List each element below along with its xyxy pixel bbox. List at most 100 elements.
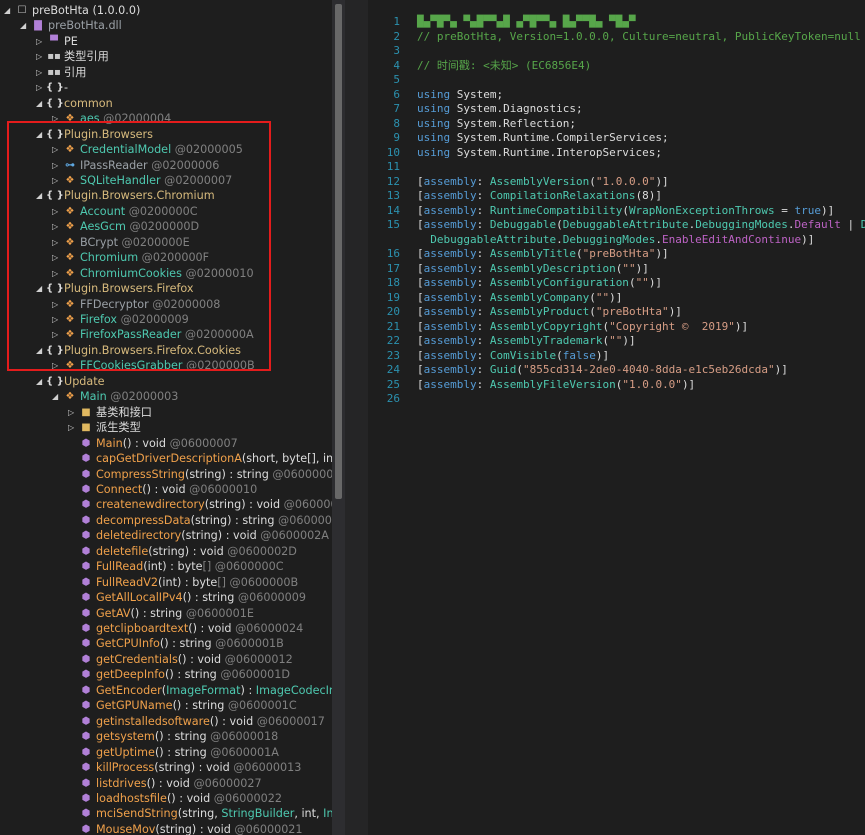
code-line[interactable]: using System.Reflection; bbox=[417, 117, 576, 132]
splitter[interactable] bbox=[345, 0, 368, 835]
tree-row[interactable]: ⬢ Main() : void @06000007 bbox=[68, 436, 238, 451]
code-token: ( bbox=[622, 203, 629, 217]
reference-icon: ▪▪ bbox=[47, 66, 61, 78]
label-token: byte bbox=[282, 452, 308, 466]
tree-scrollbar-thumb[interactable] bbox=[335, 4, 342, 499]
tree-row[interactable]: ▷ ▀ PE bbox=[36, 34, 78, 49]
collapsed-arrow-icon[interactable]: ▷ bbox=[36, 80, 46, 95]
code-line[interactable]: █▄▀█▀▄ ▀▄█▀▀▄█ ▄▀█▀▀▄ █▄▀▀█▄ ▀█▄▀ bbox=[417, 15, 636, 30]
code-line[interactable]: DebuggableAttribute.DebuggingModes.Enabl… bbox=[417, 233, 814, 248]
tree-row[interactable]: ▷ ▪▪ 引用 bbox=[36, 65, 86, 80]
code-token: assembly bbox=[423, 334, 477, 347]
tree-row[interactable]: ▷{ }- bbox=[36, 80, 68, 95]
tree-row[interactable]: ◢ ▇ preBotHta.dll bbox=[20, 18, 122, 33]
code-token: RuntimeCompatibility bbox=[489, 203, 623, 217]
tree-row[interactable]: ⬢ CompressString(string) : string @060000… bbox=[68, 467, 342, 482]
expanded-arrow-icon[interactable]: ◢ bbox=[36, 96, 46, 111]
method-icon: ▀ bbox=[50, 35, 58, 47]
tree-row[interactable]: ⬢ GetCPUInfo() : string @0600001B bbox=[68, 636, 284, 651]
code-line[interactable]: [assembly: AssemblyConfiguration("")] bbox=[417, 276, 662, 291]
label-token: string bbox=[209, 498, 242, 512]
tree-row[interactable]: ⬢ createnewdirectory(string) : void @0600… bbox=[68, 497, 345, 512]
code-line[interactable]: // preBotHta, Version=1.0.0.0, Culture=n… bbox=[417, 30, 861, 45]
label-token: string bbox=[194, 513, 228, 527]
tree-row[interactable]: ⬢ listdrives() : void @06000027 bbox=[68, 776, 262, 791]
code-line[interactable]: using System.Runtime.CompilerServices; bbox=[417, 131, 669, 146]
tree-row[interactable]: ⬢ loadhostsfile() : void @06000022 bbox=[68, 791, 282, 806]
code-line[interactable]: [assembly: AssemblyVersion("1.0.0.0")] bbox=[417, 175, 669, 190]
tree-row[interactable]: ▷ ■ 基类和接口 bbox=[68, 405, 152, 420]
code-line[interactable]: [assembly: AssemblyTrademark("")] bbox=[417, 334, 636, 349]
collapsed-arrow-icon[interactable]: ▷ bbox=[36, 49, 46, 64]
code-line[interactable]: [assembly: AssemblyCompany("")] bbox=[417, 291, 622, 306]
code-line[interactable]: using System; bbox=[417, 88, 503, 103]
code-token: [ bbox=[417, 276, 424, 289]
tree-row[interactable]: ⬢ FullRead(int) : byte[] @0600000C bbox=[68, 559, 284, 574]
tree-row[interactable]: ⬢ decompressData(string) : string @060000… bbox=[68, 513, 345, 528]
code-line[interactable]: [assembly: AssemblyCopyright("Copyright … bbox=[417, 320, 748, 335]
tree-row[interactable]: ▷ ■ 派生类型 bbox=[68, 420, 141, 435]
tree-row[interactable]: ⬢ Connect() : void @06000010 bbox=[68, 482, 258, 497]
method-icon: ⬢ bbox=[81, 514, 91, 526]
tree-row-label: preBotHta.dll bbox=[48, 19, 122, 33]
label-token: MouseMov bbox=[96, 822, 156, 835]
tree-row[interactable]: ⬢ getclipboardtext() : void @06000024 bbox=[68, 621, 304, 636]
tree-row[interactable]: ⬢ killProcess(string) : void @06000013 bbox=[68, 760, 302, 775]
tree-row[interactable]: ⬢ GetEncoder(ImageFormat) : ImageCodecInf… bbox=[68, 683, 345, 698]
code-token: ( bbox=[516, 363, 523, 376]
code-line[interactable]: using System.Diagnostics; bbox=[417, 102, 583, 117]
tree-row-label: MouseMov(string) : void @06000021 bbox=[94, 823, 303, 835]
tree-row[interactable]: ⬢ GetGPUName() : string @0600001C bbox=[68, 698, 297, 713]
code-line[interactable]: // 时间戳: <未知> (EC6856E4) bbox=[417, 59, 591, 74]
tree-row[interactable]: ◢{ }Update bbox=[36, 374, 105, 389]
tree-row[interactable]: ⬢ GetAV() : string @0600001E bbox=[68, 606, 254, 621]
tree-row[interactable]: ⬢ getUptime() : string @0600001A bbox=[68, 745, 279, 760]
code-token: AssemblyTrademark bbox=[489, 334, 603, 347]
code-token: "1.0.0.0" bbox=[622, 377, 682, 391]
code-token: . bbox=[787, 218, 795, 231]
tree-row[interactable]: ⬢ FullReadV2(int) : byte[] @0600000B bbox=[68, 575, 299, 590]
code-line[interactable]: [assembly: AssemblyFileVersion("1.0.0.0"… bbox=[417, 378, 695, 393]
expanded-arrow-icon[interactable]: ◢ bbox=[4, 3, 14, 18]
tree-row[interactable]: ◢ ☐ preBotHta (1.0.0.0) bbox=[4, 3, 140, 18]
tree-row[interactable]: ⬢ getinstalledsoftware() : void @06000017 bbox=[68, 714, 325, 729]
code-line[interactable]: [assembly: Debuggable(DebuggableAttribut… bbox=[417, 218, 865, 233]
collapsed-arrow-icon[interactable]: ▷ bbox=[36, 34, 46, 49]
method-icon: ⬢ bbox=[81, 669, 91, 681]
code-line[interactable]: [assembly: AssemblyTitle("preBotHta")] bbox=[417, 247, 669, 262]
method-icon: ⬢ bbox=[81, 453, 91, 465]
tree-row[interactable]: ◢ ❖ Main @02000003 bbox=[52, 389, 178, 404]
collapsed-arrow-icon[interactable]: ▷ bbox=[68, 420, 78, 435]
tree-row[interactable]: ⬢ getCredentials() : void @06000012 bbox=[68, 652, 293, 667]
code-token: false bbox=[562, 348, 596, 362]
tree-row[interactable]: ⬢ MouseMov(string) : void @06000021 bbox=[68, 822, 303, 835]
code-token: System.Runtime.InteropServices; bbox=[450, 145, 663, 159]
collapsed-arrow-icon[interactable]: ▷ bbox=[68, 405, 78, 420]
expanded-arrow-icon[interactable]: ◢ bbox=[20, 18, 30, 33]
tree-row[interactable]: ⬢ capGetDriverDescriptionA(short, byte[],… bbox=[68, 451, 345, 466]
code-line[interactable]: [assembly: Guid("855cd314-2de0-4040-8dda… bbox=[417, 363, 788, 378]
code-line[interactable]: [assembly: ComVisible(false)] bbox=[417, 349, 609, 364]
code-editor[interactable]: 1 █▄▀█▀▄ ▀▄█▀▀▄█ ▄▀█▀▀▄ █▄▀▀█▄ ▀█▄▀ 2 // pr… bbox=[368, 0, 865, 835]
code-line[interactable]: [assembly: AssemblyDescription("")] bbox=[417, 262, 649, 277]
collapsed-arrow-icon[interactable]: ▷ bbox=[36, 65, 46, 80]
tree-row[interactable]: ⬢ deletefile(string) : void @0600002D bbox=[68, 544, 297, 559]
label-token: mciSendString bbox=[96, 807, 178, 821]
code-line[interactable]: [assembly: AssemblyProduct("preBotHta")] bbox=[417, 305, 682, 320]
label-token: () : bbox=[188, 622, 208, 635]
code-line[interactable]: using System.Runtime.InteropServices; bbox=[417, 146, 662, 161]
label-token: @0600001E bbox=[182, 606, 254, 620]
tree-row[interactable]: ⬢ mciSendString(string, StringBuilder, in… bbox=[68, 806, 345, 821]
tree-row[interactable]: ⬢ deletedirectory(string) : void @0600002… bbox=[68, 528, 329, 543]
tree-row[interactable]: ▷ ▪▪ 类型引用 bbox=[36, 49, 109, 64]
code-token: "preBotHta" bbox=[582, 247, 656, 260]
tree-row[interactable]: ⬢ GetAllLocalIPv4() : string @06000009 bbox=[68, 590, 306, 605]
expanded-arrow-icon[interactable]: ◢ bbox=[36, 374, 46, 389]
code-line[interactable]: [assembly: RuntimeCompatibility(WrapNonE… bbox=[417, 204, 834, 219]
tree-vertical-scrollbar[interactable] bbox=[332, 0, 345, 835]
tree-row[interactable]: ⬢ getsystem() : string @06000018 bbox=[68, 729, 279, 744]
expanded-arrow-icon[interactable]: ◢ bbox=[52, 389, 62, 404]
code-line[interactable]: [assembly: CompilationRelaxations(8)] bbox=[417, 189, 662, 204]
tree-row[interactable]: ◢{ }common bbox=[36, 96, 113, 111]
tree-row[interactable]: ⬢ getDeepInfo() : string @0600001D bbox=[68, 667, 290, 682]
